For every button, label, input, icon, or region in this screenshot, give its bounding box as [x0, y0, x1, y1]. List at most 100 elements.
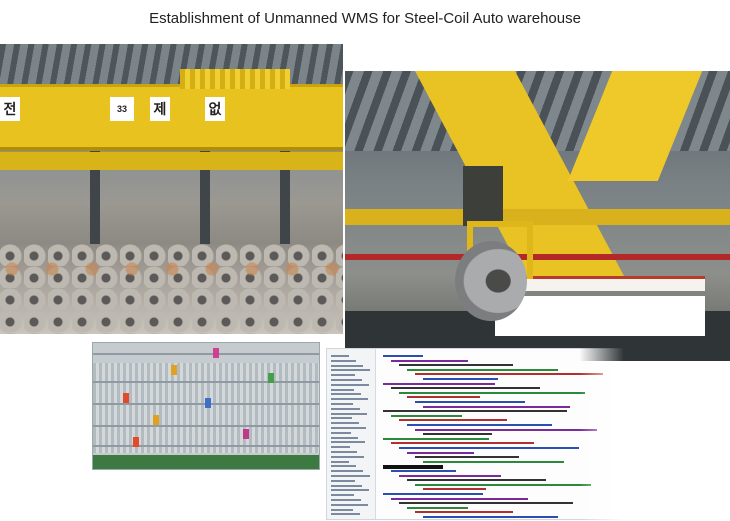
tree-item [331, 455, 364, 458]
code-line [407, 368, 558, 371]
code-line [415, 456, 519, 459]
tree-item [331, 499, 361, 501]
tree-item [331, 470, 363, 473]
code-line [423, 405, 570, 408]
tree-item [331, 359, 356, 362]
code-line [415, 483, 591, 486]
code-line [399, 447, 579, 449]
crane-hoist [463, 166, 503, 226]
wms-crane-marker [205, 398, 211, 408]
tree-item [331, 436, 358, 439]
tree-item [331, 508, 353, 511]
code-line [415, 511, 513, 514]
overhead-crane-beam: 전 33 제 없 [0, 69, 343, 151]
crane-sign-char: 없 [205, 97, 225, 121]
tree-item [331, 369, 370, 372]
wms-crane-marker [123, 393, 129, 403]
code-line [407, 506, 468, 509]
wms-rail-line [93, 445, 319, 447]
code-line [383, 355, 423, 357]
code-line [383, 493, 483, 495]
code-line [423, 488, 486, 491]
wall-stripe [345, 254, 730, 260]
tree-item [331, 475, 370, 477]
tree-item [331, 355, 349, 357]
wall-banner [515, 276, 705, 291]
code-line [423, 460, 564, 463]
code-line [399, 391, 585, 394]
tree-item [331, 374, 355, 377]
tree-item [331, 407, 360, 410]
tree-item [331, 412, 367, 415]
steel-coil [455, 241, 527, 321]
tree-item [331, 383, 369, 386]
code-line [407, 396, 480, 399]
code-line [391, 359, 468, 362]
tree-item [331, 431, 351, 434]
wms-rail-line [93, 425, 319, 427]
wms-crane-marker [243, 429, 249, 439]
tree-item [331, 417, 352, 420]
wms-crane-marker [153, 415, 159, 425]
tree-item [331, 513, 360, 516]
tree-item [331, 364, 363, 367]
tree-item [331, 388, 354, 391]
code-line [423, 378, 498, 380]
code-line [415, 401, 525, 403]
secondary-crane-beam [0, 152, 343, 170]
tree-item [331, 403, 353, 405]
tree-item [331, 379, 362, 381]
steel-coil-rows [0, 244, 343, 334]
code-line [399, 364, 513, 367]
crane-rail-beam [345, 209, 730, 225]
code-line [391, 387, 540, 390]
tree-item [331, 398, 368, 401]
code-line [399, 502, 573, 505]
code-line [383, 382, 495, 385]
copper-coil-rows [0, 259, 343, 279]
code-line [383, 437, 489, 440]
project-tree-panel [327, 349, 376, 519]
page-title: Establishment of Unmanned WMS for Steel-… [149, 10, 581, 27]
wms-monitor-screenshot [92, 342, 320, 470]
wms-crane-marker [133, 437, 139, 447]
code-line [415, 373, 603, 376]
code-line [391, 470, 456, 472]
tree-item [331, 393, 361, 396]
warehouse-wall [495, 296, 705, 336]
code-line [399, 474, 501, 477]
tree-item [331, 451, 357, 453]
crane-sign-char: 전 [0, 97, 20, 121]
wms-storage-grid [93, 363, 319, 453]
tree-item [331, 441, 365, 444]
code-line [407, 451, 474, 454]
wms-rail-line [93, 353, 319, 355]
code-line [391, 442, 534, 445]
wms-crane-marker [213, 348, 219, 358]
tree-item [331, 422, 359, 425]
code-line [391, 414, 462, 417]
wms-crane-marker [171, 365, 177, 375]
crane-sign-char: 제 [150, 97, 170, 121]
tree-item [331, 479, 355, 482]
code-line [383, 410, 567, 413]
tree-item [331, 460, 349, 463]
wms-rail-line [93, 381, 319, 383]
warehouse-coils-photo: 전 33 제 없 [0, 44, 343, 334]
tree-item [331, 503, 368, 506]
crane-lifting-coil-photo [345, 71, 730, 361]
tree-item [331, 427, 366, 429]
tree-item [331, 446, 350, 449]
code-line [407, 479, 546, 482]
code-line [423, 433, 492, 436]
tree-item [331, 494, 354, 497]
crane-sign-number: 33 [110, 97, 134, 121]
code-line [407, 424, 552, 426]
code-editor-screenshot [326, 348, 624, 520]
code-line [399, 419, 507, 422]
wms-crane-marker [268, 373, 274, 383]
code-line [383, 465, 443, 470]
code-line [415, 428, 597, 431]
code-line [423, 516, 558, 518]
crane-railing [180, 69, 290, 89]
